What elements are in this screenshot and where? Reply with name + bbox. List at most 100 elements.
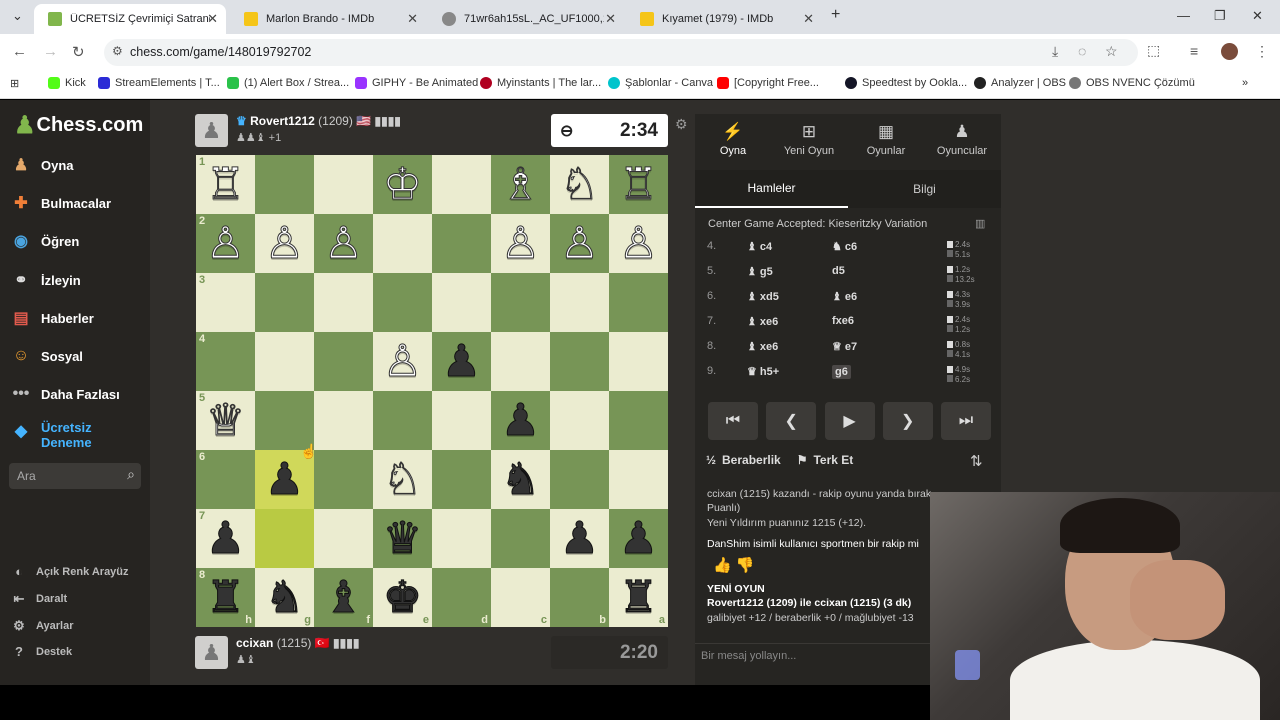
square[interactable]: ♙: [550, 214, 609, 273]
white-move[interactable]: ♝ xe6: [747, 340, 778, 353]
square[interactable]: ♟: [491, 391, 550, 450]
black-king-icon[interactable]: ♚: [382, 575, 422, 620]
draw-button[interactable]: Beraberlik: [722, 453, 781, 467]
square[interactable]: [491, 332, 550, 391]
black-move[interactable]: ♞ c6: [832, 240, 857, 253]
square[interactable]: [314, 273, 373, 332]
close-icon[interactable]: ✕: [407, 11, 418, 27]
extensions-icon[interactable]: ⬚: [1147, 42, 1160, 59]
square[interactable]: c: [491, 568, 550, 627]
tab-imdb-kiyamet[interactable]: Kıyamet (1979) - IMDb ✕: [626, 4, 822, 34]
black-pawn-icon[interactable]: ♟: [500, 398, 540, 443]
nav-learn[interactable]: ◉ Öğren: [10, 230, 79, 252]
bookmark-streamelements[interactable]: StreamElements | T...: [98, 77, 220, 89]
collapse-button[interactable]: ⇤ Daralt: [10, 591, 68, 607]
eye-off-icon[interactable]: ◌: [1078, 43, 1086, 59]
square[interactable]: g ♞: [255, 568, 314, 627]
square[interactable]: [491, 509, 550, 568]
chess-board[interactable]: 1 ♖ ♔ ♗ ♘ ♖ 2 ♙ ♙ ♙ ♙ ♙ ♙ 3 4 ♙ ♟ 5 ♕ ♟ 6 ♟ ♘ ♞ 7 ♟ ♛ ♟ ♟ 8 h ♜ g ♞ f ♝ e ♚ d c…: [196, 155, 668, 627]
star-icon[interactable]: ☆: [1105, 43, 1118, 60]
thumbs-up-icon[interactable]: 👍 👎: [713, 556, 755, 574]
white-pawn-icon[interactable]: ♙: [382, 339, 422, 384]
square[interactable]: d: [432, 568, 491, 627]
settings-link[interactable]: ⚙ Ayarlar: [10, 618, 73, 634]
square[interactable]: ♟: [550, 509, 609, 568]
nav-social[interactable]: ☺ Sosyal: [10, 345, 83, 367]
white-move[interactable]: ♝ c4: [747, 240, 772, 253]
bookmark-speedtest[interactable]: Speedtest by Ookla...: [845, 77, 967, 89]
chess-logo[interactable]: ♟ Chess.com: [14, 111, 143, 140]
reload-icon[interactable]: ↻: [72, 43, 85, 61]
square[interactable]: [432, 214, 491, 273]
nav-free-trial[interactable]: ◆ Ücretsiz Deneme: [10, 420, 121, 450]
square[interactable]: [255, 391, 314, 450]
support-link[interactable]: ? Destek: [10, 644, 72, 659]
white-pawn-icon[interactable]: ♙: [618, 221, 658, 266]
reading-list-icon[interactable]: ≡: [1190, 43, 1198, 59]
white-move[interactable]: ♝ g5: [747, 265, 773, 278]
square[interactable]: b: [550, 568, 609, 627]
apps-icon[interactable]: ⊞: [10, 77, 19, 90]
square[interactable]: [550, 273, 609, 332]
thumbs-down-icon[interactable]: 👎: [736, 557, 755, 574]
black-pawn-icon[interactable]: ♟: [441, 339, 481, 384]
search-icon[interactable]: ⌕: [127, 466, 135, 483]
square[interactable]: 2 ♙: [196, 214, 255, 273]
tab-search-icon[interactable]: ⌄: [12, 8, 23, 24]
square[interactable]: [314, 391, 373, 450]
bookmark-giphy[interactable]: GIPHY - Be Animated: [355, 77, 478, 89]
tab-image[interactable]: 71wr6ah15sL._AC_UF1000,1000 ✕: [428, 4, 624, 34]
next-move-icon[interactable]: ❯: [882, 402, 933, 440]
square[interactable]: [373, 273, 432, 332]
square[interactable]: [609, 391, 668, 450]
first-move-icon[interactable]: ⏮: [708, 402, 758, 440]
black-knight-icon[interactable]: ♞: [264, 575, 304, 620]
square[interactable]: 8 h ♜: [196, 568, 255, 627]
square[interactable]: f ♝: [314, 568, 373, 627]
square[interactable]: ♙: [609, 214, 668, 273]
square[interactable]: 5 ♕: [196, 391, 255, 450]
nav-play[interactable]: ♟ Oyna: [10, 154, 74, 176]
black-queen-icon[interactable]: ♛: [382, 516, 422, 561]
white-pawn-icon[interactable]: ♙: [264, 221, 304, 266]
tab-players[interactable]: ♟ Oyuncular: [924, 122, 1000, 157]
avatar[interactable]: ♟: [195, 114, 228, 147]
white-knight-icon[interactable]: ♘: [382, 457, 422, 502]
white-pawn-icon[interactable]: ♙: [500, 221, 540, 266]
square[interactable]: ♘: [550, 155, 609, 214]
square[interactable]: [373, 391, 432, 450]
square[interactable]: [314, 332, 373, 391]
square[interactable]: 7 ♟: [196, 509, 255, 568]
square[interactable]: ♖: [609, 155, 668, 214]
light-theme-toggle[interactable]: ◐ Açık Renk Arayüz: [10, 564, 128, 579]
black-pawn-icon[interactable]: ♟: [559, 516, 599, 561]
more-bookmarks-icon[interactable]: »: [1242, 77, 1248, 89]
white-move[interactable]: ♝ xe6: [747, 315, 778, 328]
square[interactable]: [314, 450, 373, 509]
square[interactable]: [432, 450, 491, 509]
square[interactable]: [550, 450, 609, 509]
square[interactable]: [373, 214, 432, 273]
bookmark-alertbox[interactable]: (1) Alert Box / Strea...: [227, 77, 349, 89]
search-input[interactable]: Ara ⌕: [9, 463, 141, 489]
menu-dots-icon[interactable]: ⋮: [1255, 43, 1269, 60]
url-field[interactable]: ⚙ chess.com/game/148019792702: [104, 39, 1138, 66]
square[interactable]: ♗: [491, 155, 550, 214]
black-pawn-icon[interactable]: ♟: [205, 516, 245, 561]
white-pawn-icon[interactable]: ♙: [559, 221, 599, 266]
bookmark-obs-nvenc[interactable]: OBS NVENC Çözümü: [1069, 77, 1195, 89]
player-name[interactable]: Rovert1212: [250, 114, 315, 128]
square[interactable]: [609, 273, 668, 332]
square[interactable]: ♟: [432, 332, 491, 391]
bookmark-canva[interactable]: Şablonlar - Canva: [608, 77, 713, 89]
install-icon[interactable]: ⤓: [1052, 43, 1058, 60]
tab-chess[interactable]: ÜCRETSİZ Çevrimiçi Satranç Oy ✕: [34, 4, 226, 34]
square[interactable]: [550, 391, 609, 450]
close-icon[interactable]: ✕: [207, 11, 218, 27]
opening-name[interactable]: Center Game Accepted: Kieseritzky Variat…: [708, 218, 927, 230]
square[interactable]: [609, 450, 668, 509]
square[interactable]: [432, 155, 491, 214]
square[interactable]: [314, 155, 373, 214]
white-move[interactable]: ♝ xd5: [747, 290, 779, 303]
black-bishop-icon[interactable]: ♝: [323, 575, 363, 620]
